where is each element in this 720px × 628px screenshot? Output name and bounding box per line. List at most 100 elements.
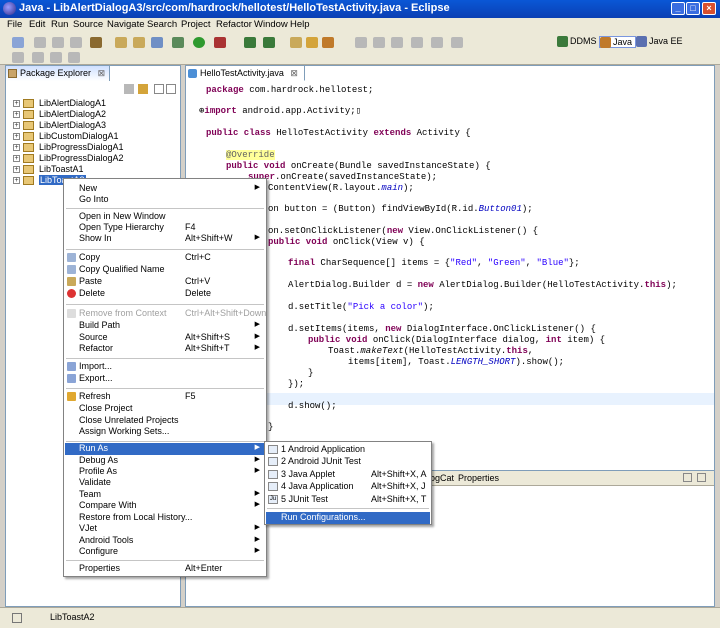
menu-item-label: Run Configurations... xyxy=(281,512,366,522)
new-icon[interactable] xyxy=(12,37,24,48)
external-tools-icon[interactable] xyxy=(214,37,226,48)
link-editor-icon[interactable] xyxy=(138,84,148,94)
menu-item-delete[interactable]: Delete Delete xyxy=(65,288,265,300)
run-icon[interactable] xyxy=(193,37,205,48)
maximize-button[interactable]: □ xyxy=(686,2,700,15)
perspective-javaee[interactable]: Java EE xyxy=(636,36,683,48)
menu-item-label: Copy Qualified Name xyxy=(79,264,165,274)
menu-item-vjet[interactable]: VJet ▶ xyxy=(65,523,265,535)
menu-item-remove-from-context[interactable]: Remove from Context Ctrl+Alt+Shift+Down xyxy=(65,308,266,320)
menu-edit[interactable]: Edit xyxy=(29,19,45,30)
nav-forward-icon[interactable] xyxy=(50,52,62,63)
menu-item-export[interactable]: Export... xyxy=(65,373,265,385)
open-folder-icon[interactable] xyxy=(290,37,302,48)
menu-item-close-project[interactable]: Close Project xyxy=(65,403,265,415)
collapse-all-icon[interactable] xyxy=(124,84,134,94)
android-sdk-icon[interactable] xyxy=(90,37,102,48)
editor-tab[interactable]: HelloTestActivity.java ⊠ xyxy=(186,66,305,81)
menu-item-refactor[interactable]: Refactor Alt+Shift+T ▶ xyxy=(65,343,265,355)
submenu-item-java-application[interactable]: 4 Java Application Alt+Shift+X, J xyxy=(266,481,430,493)
save-all-icon[interactable] xyxy=(52,37,64,48)
tab-logcat[interactable]: ogCat xyxy=(430,473,454,483)
menu-item-label: Configure xyxy=(79,546,119,556)
close-icon[interactable]: ⊠ xyxy=(98,68,106,78)
menu-search[interactable]: Search xyxy=(147,19,177,30)
package-explorer-tab[interactable]: Package Explorer ⊠ xyxy=(6,66,111,81)
menu-item-import[interactable]: Import... xyxy=(65,361,265,373)
expand-icon[interactable]: + xyxy=(13,177,20,184)
pin-icon[interactable] xyxy=(12,52,24,63)
menu-item-go-into[interactable]: Go Into xyxy=(65,194,265,206)
next-annotation-icon[interactable] xyxy=(373,37,385,48)
close-button[interactable]: × xyxy=(702,2,716,15)
menu-item-validate[interactable]: Validate xyxy=(65,477,265,489)
menu-item-label: 3 Java Applet xyxy=(281,469,336,479)
perspective-label: DDMS xyxy=(570,36,597,46)
menu-item-refresh[interactable]: Refresh F5 xyxy=(65,391,265,403)
view-menu-icon[interactable] xyxy=(154,84,164,94)
open-type-icon[interactable] xyxy=(133,37,145,48)
minimize-view-icon[interactable] xyxy=(166,84,176,94)
menu-item-copy[interactable]: Copy Ctrl+C xyxy=(65,252,265,264)
debug-icon[interactable] xyxy=(172,37,184,48)
menu-item-properties[interactable]: Properties Alt+Enter xyxy=(65,563,265,575)
menu-item-configure[interactable]: Configure ▶ xyxy=(65,546,265,558)
prev-annotation-icon[interactable] xyxy=(391,37,403,48)
status-text: LibToastA2 xyxy=(50,612,95,622)
maximize-view-icon[interactable] xyxy=(697,473,706,482)
menu-item-copy-qualified-name[interactable]: Copy Qualified Name xyxy=(65,264,265,276)
expand-icon[interactable]: + xyxy=(13,155,20,162)
minimize-view-icon[interactable] xyxy=(683,473,692,482)
new-java-project-icon[interactable] xyxy=(244,37,256,48)
open-project-icon[interactable] xyxy=(115,37,127,48)
save-icon[interactable] xyxy=(34,37,46,48)
menu-run[interactable]: Run xyxy=(51,19,68,30)
expand-icon[interactable]: + xyxy=(13,133,20,140)
nav-back-icon[interactable] xyxy=(32,52,44,63)
submenu-item-java-applet[interactable]: 3 Java Applet Alt+Shift+X, A xyxy=(266,469,430,481)
tab-properties[interactable]: Properties xyxy=(458,473,499,483)
expand-icon[interactable]: + xyxy=(13,111,20,118)
menu-item-compare-with[interactable]: Compare With ▶ xyxy=(65,500,265,512)
perspective-java[interactable]: Java xyxy=(599,36,637,48)
menu-file[interactable]: File xyxy=(7,19,22,30)
new-package-icon[interactable] xyxy=(263,37,275,48)
menu-window[interactable]: Window xyxy=(254,19,288,30)
menu-item-run-as[interactable]: Run As ▶ xyxy=(65,443,265,455)
menu-item-assign-working-sets[interactable]: Assign Working Sets... xyxy=(65,426,265,438)
menu-project[interactable]: Project xyxy=(181,19,211,30)
expand-icon[interactable]: + xyxy=(13,100,20,107)
print-icon[interactable] xyxy=(70,37,82,48)
back-icon[interactable] xyxy=(431,37,443,48)
menu-help[interactable]: Help xyxy=(290,19,310,30)
toggle-mark-icon[interactable] xyxy=(355,37,367,48)
expand-icon[interactable]: + xyxy=(13,144,20,151)
minimize-button[interactable]: _ xyxy=(671,2,685,15)
menu-separator xyxy=(66,304,264,305)
submenu-item-android-junit-test[interactable]: 2 Android JUnit Test xyxy=(266,456,430,468)
expand-icon[interactable]: + xyxy=(13,166,20,173)
pencil-icon[interactable] xyxy=(322,37,334,48)
code-line: d.setItems(items, new DialogInterface.On… xyxy=(288,324,596,334)
search-icon[interactable] xyxy=(151,37,163,48)
last-edit-icon[interactable] xyxy=(411,37,423,48)
fast-view-icon[interactable] xyxy=(12,613,22,623)
submenu-arrow-icon: ▶ xyxy=(254,333,260,340)
submenu-item-junit-test[interactable]: Ju 5 JUnit Test Alt+Shift+X, T xyxy=(266,494,430,506)
submenu-item-android-application[interactable]: 1 Android Application xyxy=(266,444,430,456)
perspective-ddms[interactable]: DDMS xyxy=(557,36,597,48)
submenu-item-run-configurations[interactable]: Run Configurations... xyxy=(266,512,430,524)
menu-source[interactable]: Source xyxy=(73,19,103,30)
menu-refactor[interactable]: Refactor xyxy=(216,19,252,30)
menu-item-build-path[interactable]: Build Path ▶ xyxy=(65,320,265,332)
menu-item-show-in[interactable]: Show In Alt+Shift+W ▶ xyxy=(65,233,265,245)
expand-icon[interactable]: + xyxy=(13,122,20,129)
annotation-icon[interactable] xyxy=(306,37,318,48)
forward-icon[interactable] xyxy=(451,37,463,48)
close-icon[interactable]: ⊠ xyxy=(290,68,298,78)
nav-history-icon[interactable] xyxy=(68,52,80,63)
code-line: public void onClick(DialogInterface dial… xyxy=(308,335,606,345)
context-menu: New ▶ Go Into Open in New Window Open Typ… xyxy=(63,178,267,577)
menu-navigate[interactable]: Navigate xyxy=(107,19,145,30)
menu-item-paste[interactable]: Paste Ctrl+V xyxy=(65,276,265,288)
